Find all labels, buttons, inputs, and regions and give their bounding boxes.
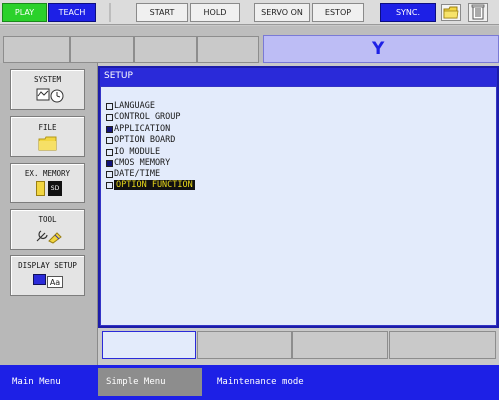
axis-label: Y	[372, 39, 385, 59]
status-cell-3	[292, 331, 388, 359]
item-label: DATE/TIME	[114, 169, 161, 179]
sd-card-icon: SD	[48, 181, 62, 196]
play-mode-indicator[interactable]: PLAY	[2, 3, 47, 22]
sync-button[interactable]: SYNC.	[380, 3, 436, 22]
toolbar-cell-2[interactable]	[70, 36, 134, 63]
menu-item-io-module[interactable]: IO MODULE	[106, 147, 160, 157]
system-menu-button[interactable]: SYSTEM	[10, 69, 85, 110]
item-label: CMOS MEMORY	[114, 158, 171, 168]
item-label: CONTROL GROUP	[114, 112, 181, 122]
item-checkbox	[106, 136, 113, 144]
toolbar-cell-4[interactable]	[197, 36, 259, 63]
main-menu-button[interactable]: Main Menu	[12, 368, 92, 396]
status-cell-2	[197, 331, 292, 359]
toolbar-cell-1[interactable]	[3, 36, 70, 63]
hold-indicator: HOLD	[190, 3, 240, 22]
servo-on-indicator: SERVO ON	[254, 3, 310, 22]
menu-item-cmos-memory[interactable]: CMOS MEMORY	[106, 158, 170, 168]
item-label: OPTION BOARD	[114, 135, 176, 145]
teach-mode-indicator[interactable]: TEACH	[48, 3, 96, 22]
estop-indicator: ESTOP	[312, 3, 364, 22]
separator	[109, 3, 111, 22]
item-checkbox	[106, 113, 113, 121]
start-indicator: START	[136, 3, 188, 22]
item-label: LANGUAGE	[114, 101, 155, 111]
ex-memory-menu-button[interactable]: EX. MEMORY SD	[10, 163, 85, 203]
menu-item-date-time[interactable]: DATE/TIME	[106, 169, 160, 179]
item-label: IO MODULE	[114, 147, 161, 157]
item-checkbox	[106, 102, 113, 110]
system-label: SYSTEM	[33, 75, 62, 84]
item-checkbox	[106, 181, 113, 189]
ex-memory-label: EX. MEMORY	[24, 169, 71, 178]
memory-card-icon	[36, 181, 45, 196]
simple-menu-button[interactable]: Simple Menu	[98, 368, 202, 396]
menu-item-control-group[interactable]: CONTROL GROUP	[106, 112, 181, 122]
window-title: SETUP	[100, 68, 497, 86]
menu-item-language[interactable]: LANGUAGE	[106, 101, 155, 111]
font-size-icon: Aa	[47, 276, 63, 288]
item-label: APPLICATION	[114, 124, 171, 134]
toolbar-cell-3[interactable]	[134, 36, 197, 63]
input-line[interactable]	[102, 331, 196, 359]
tool-label: TOOL	[38, 215, 57, 224]
folder-icon	[38, 136, 57, 151]
tool-icon	[36, 230, 62, 244]
item-checkbox	[106, 159, 113, 167]
display-setup-menu-button[interactable]: DISPLAY SETUP Aa	[10, 255, 85, 296]
status-cell-4	[389, 331, 496, 359]
tool-menu-button[interactable]: TOOL	[10, 209, 85, 250]
item-checkbox	[106, 125, 113, 133]
menu-item-option-function[interactable]: OPTION FUNCTION	[106, 180, 195, 190]
display-setup-label: DISPLAY SETUP	[18, 261, 77, 270]
item-label: OPTION FUNCTION	[114, 180, 195, 190]
setup-list-area	[100, 86, 497, 326]
folder-icon[interactable]	[441, 4, 461, 21]
status-bar: PLAY TEACH START HOLD SERVO ON ESTOP SYN…	[0, 0, 499, 25]
display-icon	[33, 274, 46, 285]
trash-icon[interactable]	[468, 3, 488, 22]
item-checkbox	[106, 170, 113, 178]
item-checkbox	[106, 148, 113, 156]
file-menu-button[interactable]: FILE	[10, 116, 85, 157]
menu-item-option-board[interactable]: OPTION BOARD	[106, 135, 175, 145]
axis-indicator: Y	[263, 35, 499, 63]
file-label: FILE	[38, 123, 57, 132]
mode-label: Maintenance mode	[217, 377, 304, 387]
system-icon	[36, 88, 64, 103]
menu-item-application[interactable]: APPLICATION	[106, 124, 170, 134]
